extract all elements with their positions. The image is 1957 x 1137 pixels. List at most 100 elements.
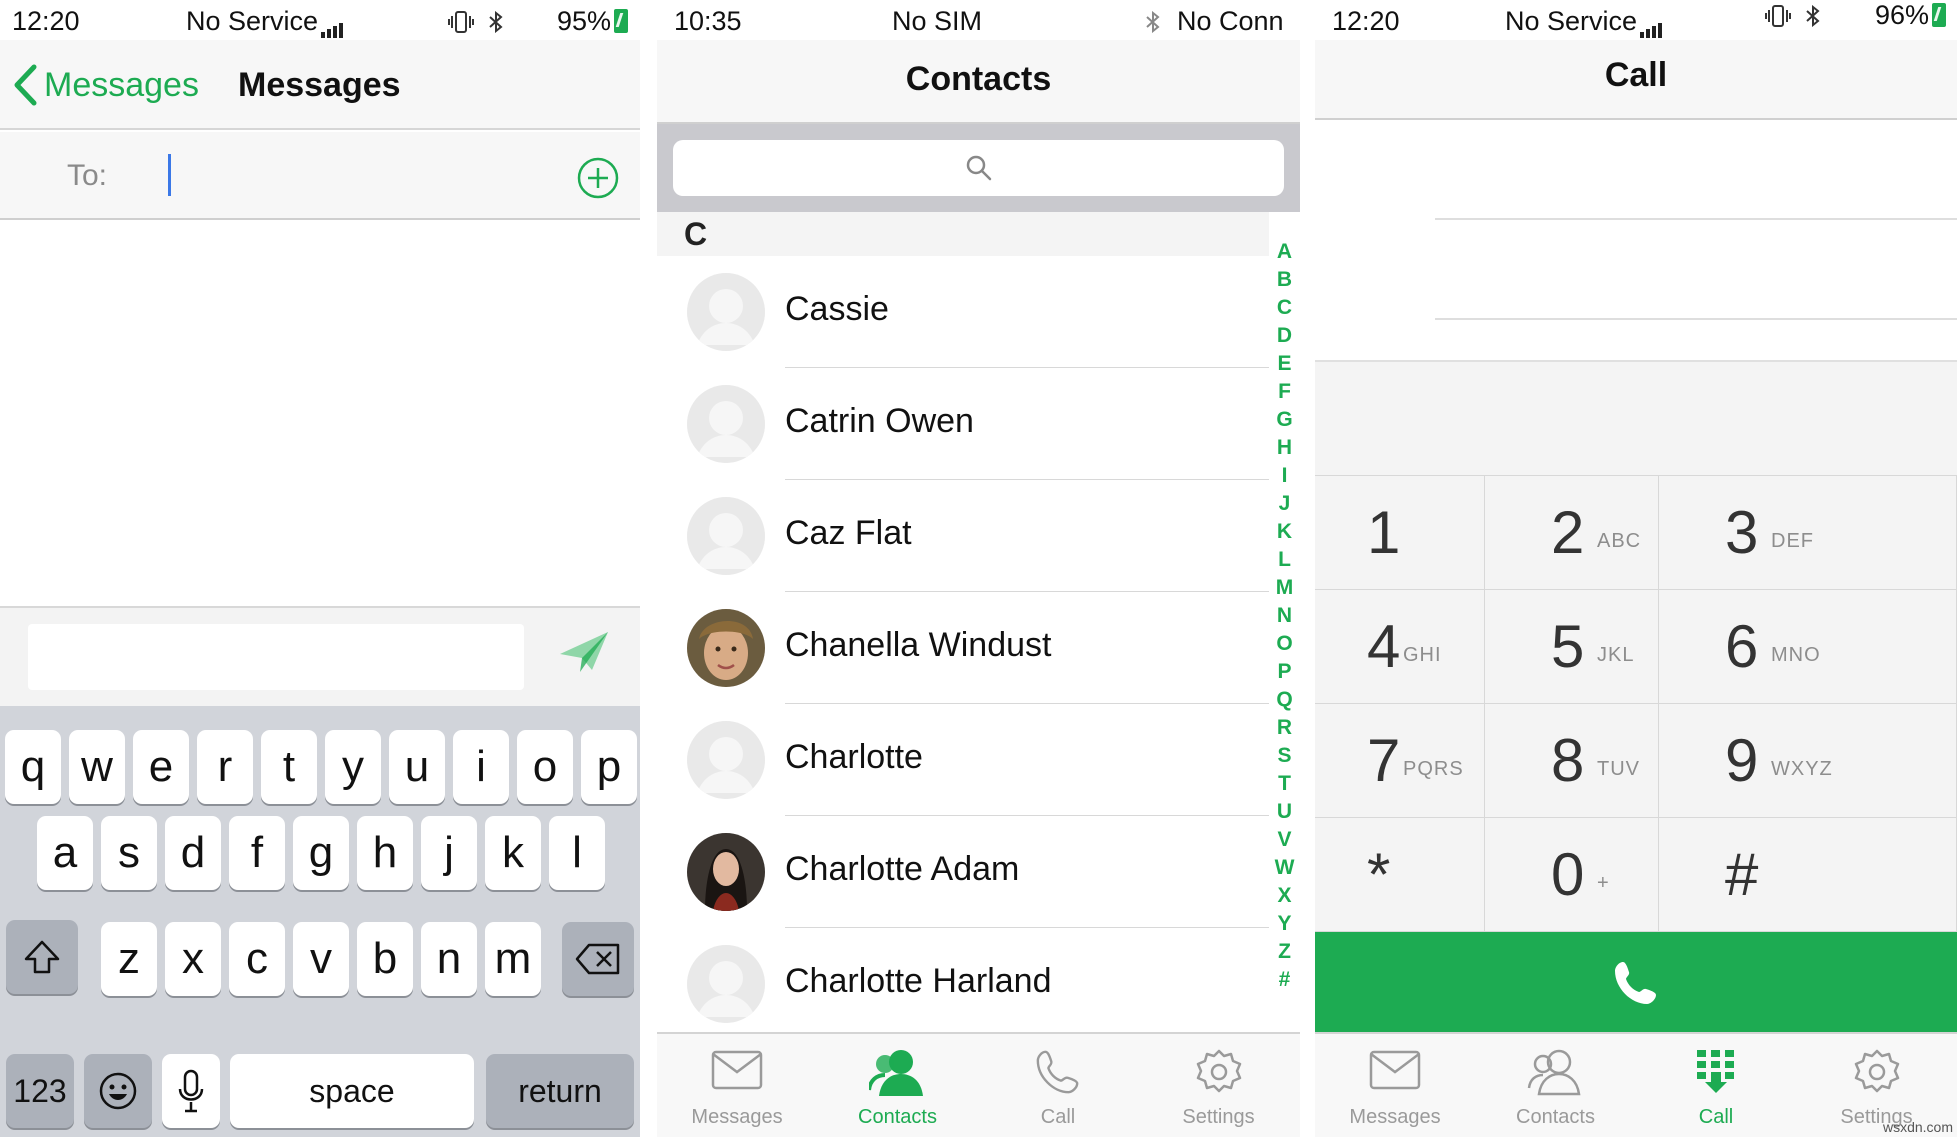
dial-key-5[interactable]: 5 JKL — [1485, 590, 1659, 704]
back-button[interactable]: Messages — [12, 64, 199, 106]
index-letter[interactable]: A — [1269, 238, 1300, 266]
index-letter[interactable]: Q — [1269, 686, 1300, 714]
dial-digit: 0 — [1551, 841, 1585, 908]
status-connection: No Conn — [1177, 6, 1284, 36]
dial-key-9[interactable]: 9 WXYZ — [1659, 704, 1957, 818]
index-letter[interactable]: Z — [1269, 938, 1300, 966]
onscreen-keyboard: q w e r t y u i o p a s d f g h j k l z x c v b n m 123 space return — [0, 706, 640, 1137]
key-l[interactable]: l — [549, 816, 605, 890]
index-letter[interactable]: X — [1269, 882, 1300, 910]
index-letter[interactable]: U — [1269, 798, 1300, 826]
index-letter[interactable]: S — [1269, 742, 1300, 770]
key-j[interactable]: j — [421, 816, 477, 890]
contact-row[interactable]: Charlotte Adam — [657, 816, 1269, 928]
recipient-field[interactable]: To: — [0, 132, 640, 220]
key-w[interactable]: w — [69, 730, 125, 804]
dial-key-7[interactable]: 7 PQRS — [1315, 704, 1485, 818]
dial-key-8[interactable]: 8 TUV — [1485, 704, 1659, 818]
index-letter[interactable]: I — [1269, 462, 1300, 490]
index-letter[interactable]: J — [1269, 490, 1300, 518]
index-letter[interactable]: W — [1269, 854, 1300, 882]
dial-key-0[interactable]: 0 + — [1485, 818, 1659, 932]
key-t[interactable]: t — [261, 730, 317, 804]
tab-settings[interactable]: Settings — [1139, 1034, 1299, 1137]
tab-call[interactable]: Call — [978, 1034, 1138, 1137]
tab-call[interactable]: Call — [1636, 1034, 1796, 1137]
number-display[interactable] — [1315, 360, 1957, 475]
key-b[interactable]: b — [357, 922, 413, 996]
dial-key-hash[interactable]: # — [1659, 818, 1957, 932]
key-s[interactable]: s — [101, 816, 157, 890]
contact-row[interactable]: Charlotte — [657, 704, 1269, 816]
alphabet-index[interactable]: A B C D E F G H I J K L M N O P Q R S T U V W X Y Z # — [1269, 238, 1300, 994]
key-y[interactable]: y — [325, 730, 381, 804]
shift-key[interactable] — [6, 920, 78, 994]
dial-key-star[interactable]: * — [1315, 818, 1485, 932]
index-letter[interactable]: # — [1269, 966, 1300, 994]
key-z[interactable]: z — [101, 922, 157, 996]
key-r[interactable]: r — [197, 730, 253, 804]
contacts-screen: 10:35 No SIM No Conn Contacts C Cassie Ca… — [657, 0, 1300, 1137]
dial-key-1[interactable]: 1 — [1315, 476, 1485, 590]
key-n[interactable]: n — [421, 922, 477, 996]
dial-key-6[interactable]: 6 MNO — [1659, 590, 1957, 704]
space-key[interactable]: space — [230, 1054, 474, 1128]
index-letter[interactable]: P — [1269, 658, 1300, 686]
key-e[interactable]: e — [133, 730, 189, 804]
index-letter[interactable]: M — [1269, 574, 1300, 602]
key-f[interactable]: f — [229, 816, 285, 890]
index-letter[interactable]: D — [1269, 322, 1300, 350]
key-q[interactable]: q — [5, 730, 61, 804]
index-letter[interactable]: R — [1269, 714, 1300, 742]
key-k[interactable]: k — [485, 816, 541, 890]
plus-circle-icon[interactable] — [576, 156, 620, 205]
tab-messages[interactable]: Messages — [657, 1034, 817, 1137]
call-button[interactable] — [1315, 932, 1957, 1032]
key-x[interactable]: x — [165, 922, 221, 996]
key-p[interactable]: p — [581, 730, 637, 804]
index-letter[interactable]: O — [1269, 630, 1300, 658]
dial-key-2[interactable]: 2 ABC — [1485, 476, 1659, 590]
contact-row[interactable]: Catrin Owen — [657, 368, 1269, 480]
index-letter[interactable]: L — [1269, 546, 1300, 574]
index-letter[interactable]: N — [1269, 602, 1300, 630]
tab-contacts[interactable]: Contacts — [818, 1034, 978, 1137]
return-key[interactable]: return — [486, 1054, 634, 1128]
paper-plane-icon[interactable] — [558, 630, 610, 679]
dial-key-3[interactable]: 3 DEF — [1659, 476, 1957, 590]
key-a[interactable]: a — [37, 816, 93, 890]
delete-key[interactable] — [562, 922, 634, 996]
nav-bar: Call — [1315, 40, 1957, 120]
contact-row[interactable]: Charlotte Harland — [657, 928, 1269, 1040]
key-m[interactable]: m — [485, 922, 541, 996]
search-input[interactable] — [673, 140, 1284, 196]
numbers-key[interactable]: 123 — [6, 1054, 74, 1128]
key-g[interactable]: g — [293, 816, 349, 890]
key-o[interactable]: o — [517, 730, 573, 804]
key-u[interactable]: u — [389, 730, 445, 804]
index-letter[interactable]: K — [1269, 518, 1300, 546]
contact-row[interactable]: Chanella Windust — [657, 592, 1269, 704]
key-d[interactable]: d — [165, 816, 221, 890]
key-h[interactable]: h — [357, 816, 413, 890]
key-i[interactable]: i — [453, 730, 509, 804]
index-letter[interactable]: B — [1269, 266, 1300, 294]
index-letter[interactable]: F — [1269, 378, 1300, 406]
dictation-key[interactable] — [162, 1054, 220, 1128]
index-letter[interactable]: C — [1269, 294, 1300, 322]
message-input[interactable] — [28, 624, 524, 690]
index-letter[interactable]: T — [1269, 770, 1300, 798]
index-letter[interactable]: H — [1269, 434, 1300, 462]
contact-row[interactable]: Cassie — [657, 256, 1269, 368]
dial-key-4[interactable]: 4 GHI — [1315, 590, 1485, 704]
emoji-key[interactable] — [84, 1054, 152, 1128]
index-letter[interactable]: V — [1269, 826, 1300, 854]
index-letter[interactable]: E — [1269, 350, 1300, 378]
key-c[interactable]: c — [229, 922, 285, 996]
key-v[interactable]: v — [293, 922, 349, 996]
tab-contacts[interactable]: Contacts — [1476, 1034, 1636, 1137]
contact-row[interactable]: Caz Flat — [657, 480, 1269, 592]
index-letter[interactable]: G — [1269, 406, 1300, 434]
tab-messages[interactable]: Messages — [1315, 1034, 1475, 1137]
index-letter[interactable]: Y — [1269, 910, 1300, 938]
